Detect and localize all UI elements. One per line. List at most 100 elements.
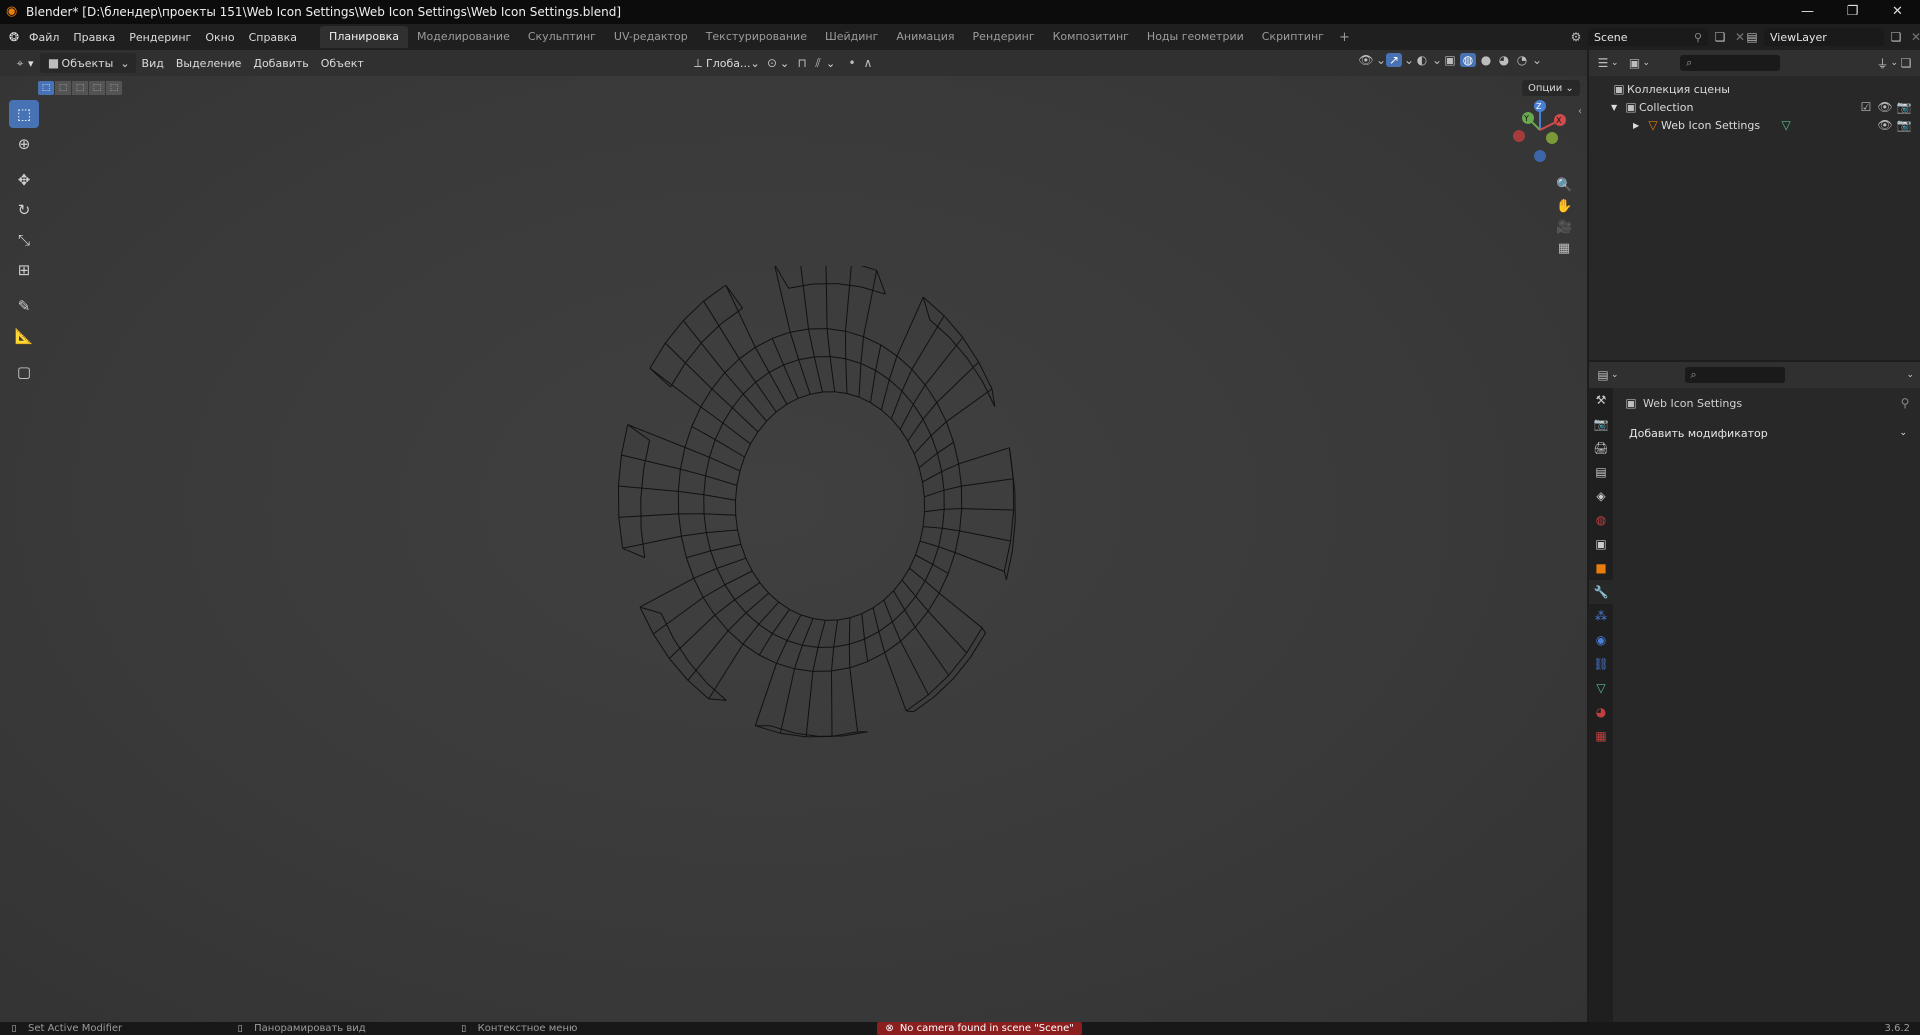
- camera-icon[interactable]: 🎥: [1556, 220, 1572, 235]
- editor-type-button[interactable]: ⌖ ▾: [6, 53, 40, 73]
- pin-icon[interactable]: ⚲: [1897, 396, 1913, 410]
- properties-editor-icon[interactable]: ▤: [1595, 368, 1611, 382]
- eye-icon[interactable]: 👁: [1877, 100, 1893, 114]
- menu-add[interactable]: Добавить: [247, 53, 314, 73]
- scale-icon[interactable]: ⤡: [9, 226, 39, 254]
- menu-object[interactable]: Объект: [315, 53, 370, 73]
- pin-icon[interactable]: ⚲: [1694, 31, 1702, 44]
- modifier-tab-icon[interactable]: 🔧: [1589, 580, 1613, 604]
- select-extend-icon[interactable]: ⬚: [55, 81, 71, 95]
- select-invert-icon[interactable]: ⬚: [89, 81, 105, 95]
- move-icon[interactable]: ✥: [9, 166, 39, 194]
- filter-icon[interactable]: ⏚: [1874, 55, 1890, 72]
- measure-icon[interactable]: 📐: [9, 322, 39, 350]
- tab-uv-editing[interactable]: UV-редактор: [605, 26, 697, 48]
- add-workspace-button[interactable]: +: [1333, 30, 1356, 45]
- gizmo-neg-z-ball[interactable]: [1534, 150, 1546, 162]
- viewlayer-field[interactable]: ViewLayer: [1764, 28, 1884, 46]
- mode-selector[interactable]: ■ Объекты ⌄: [39, 53, 136, 73]
- tab-texture-paint[interactable]: Текстурирование: [697, 26, 816, 48]
- data-tab-icon[interactable]: ▽: [1589, 676, 1613, 700]
- output-tab-icon[interactable]: 🖨: [1589, 436, 1613, 460]
- exclude-checkbox-icon[interactable]: ☑: [1858, 100, 1874, 114]
- properties-search-input[interactable]: ⌕: [1684, 367, 1785, 383]
- overlay-icon[interactable]: ◐: [1414, 53, 1430, 67]
- status-warning-badge[interactable]: ⊗ No camera found in scene "Scene": [877, 1022, 1082, 1035]
- proportional-edit[interactable]: • ∧: [838, 53, 882, 73]
- minimize-button[interactable]: —: [1785, 0, 1830, 24]
- rotate-icon[interactable]: ↻: [9, 196, 39, 224]
- constraints-tab-icon[interactable]: ⛓: [1589, 652, 1613, 676]
- view-layer-tab-icon[interactable]: ▤: [1589, 460, 1613, 484]
- menu-render[interactable]: Рендеринг: [122, 31, 198, 44]
- render-camera-icon[interactable]: 📷: [1896, 118, 1912, 132]
- outliner-row-scene-collection[interactable]: ▣ Коллекция сцены: [1589, 80, 1920, 98]
- mesh-data-icon[interactable]: ▽: [1778, 118, 1794, 132]
- select-box-icon[interactable]: ⬚: [9, 100, 39, 128]
- add-cube-icon[interactable]: ▢: [9, 358, 39, 386]
- tool-tab-icon[interactable]: ⚒: [1589, 388, 1613, 412]
- eye-icon[interactable]: 👁: [1877, 118, 1893, 132]
- viewlayer-icon[interactable]: ▤: [1744, 30, 1760, 44]
- tab-shading[interactable]: Шейдинг: [816, 26, 887, 48]
- sidebar-toggle-icon[interactable]: ‹: [1578, 106, 1582, 117]
- new-scene-icon[interactable]: ❏: [1712, 30, 1728, 44]
- outliner-editor-icon[interactable]: ☰: [1595, 56, 1611, 70]
- scene-tab-icon[interactable]: ◈: [1589, 484, 1613, 508]
- zoom-icon[interactable]: 🔍: [1556, 178, 1572, 193]
- gizmo-icon[interactable]: ↗: [1386, 53, 1402, 67]
- tab-rendering[interactable]: Рендеринг: [964, 26, 1044, 48]
- gizmo-neg-x-ball[interactable]: [1513, 130, 1525, 142]
- rendered-shading-icon[interactable]: ◔: [1514, 53, 1530, 67]
- menu-select[interactable]: Выделение: [170, 53, 248, 73]
- wireframe-shading-icon[interactable]: ◍: [1460, 53, 1476, 67]
- tab-layout[interactable]: Планировка: [320, 26, 409, 48]
- menu-file[interactable]: Файл: [22, 31, 66, 44]
- new-viewlayer-icon[interactable]: ❏: [1888, 30, 1904, 44]
- options-arrow-icon[interactable]: ⌄: [1906, 370, 1914, 380]
- tab-animation[interactable]: Анимация: [887, 26, 963, 48]
- navigation-gizmo[interactable]: Z Y X: [1500, 96, 1580, 166]
- tab-compositing[interactable]: Композитинг: [1044, 26, 1138, 48]
- physics-tab-icon[interactable]: ◉: [1589, 628, 1613, 652]
- particles-tab-icon[interactable]: ⁂: [1589, 604, 1613, 628]
- tab-sculpting[interactable]: Скульптинг: [519, 26, 605, 48]
- pan-hand-icon[interactable]: ✋: [1556, 199, 1572, 214]
- material-shading-icon[interactable]: ◕: [1496, 53, 1512, 67]
- cursor-icon[interactable]: ⊕: [9, 130, 39, 158]
- menu-edit[interactable]: Правка: [66, 31, 122, 44]
- world-tab-icon[interactable]: ◍: [1589, 508, 1613, 532]
- tab-modeling[interactable]: Моделирование: [408, 26, 519, 48]
- render-camera-icon[interactable]: 📷: [1896, 100, 1912, 114]
- menu-window[interactable]: Окно: [198, 31, 241, 44]
- object-tab-icon[interactable]: ■: [1589, 556, 1613, 580]
- options-dropdown[interactable]: Опции ⌄: [1522, 80, 1580, 96]
- transform-icon[interactable]: ⊞: [9, 256, 39, 284]
- gear-mesh-wireframe[interactable]: [560, 266, 1100, 746]
- select-new-icon[interactable]: ⬚: [38, 81, 54, 95]
- menu-help[interactable]: Справка: [242, 31, 304, 44]
- outliner-row-collection[interactable]: ▼ ▣ Collection ☑ 👁 📷: [1589, 98, 1920, 116]
- tab-scripting[interactable]: Скриптинг: [1253, 26, 1333, 48]
- blender-menu-icon[interactable]: ❂: [6, 30, 22, 44]
- close-button[interactable]: ✕: [1875, 0, 1920, 24]
- delete-viewlayer-icon[interactable]: ✕: [1908, 30, 1920, 44]
- collapse-arrow-icon[interactable]: ▼: [1611, 103, 1623, 112]
- solid-shading-icon[interactable]: ●: [1478, 53, 1494, 67]
- scene-field[interactable]: Scene ⚲: [1588, 28, 1708, 46]
- grid-icon[interactable]: ▦: [1556, 241, 1572, 256]
- display-mode-icon[interactable]: ▣: [1627, 56, 1643, 70]
- gizmo-neg-y-ball[interactable]: [1546, 132, 1558, 144]
- tab-geometry-nodes[interactable]: Ноды геометрии: [1138, 26, 1253, 48]
- select-intersect-icon[interactable]: ⬚: [106, 81, 122, 95]
- snap-toggle[interactable]: ⊓ ⫽ ⌄: [788, 53, 841, 73]
- outliner-search-input[interactable]: ⌕: [1680, 55, 1781, 71]
- material-tab-icon[interactable]: ◕: [1589, 700, 1613, 724]
- scene-icon[interactable]: ⚙: [1568, 30, 1584, 44]
- texture-tab-icon[interactable]: ▦: [1589, 724, 1613, 748]
- xray-icon[interactable]: ▣: [1442, 53, 1458, 67]
- visibility-icon[interactable]: 👁: [1358, 53, 1374, 67]
- add-modifier-button[interactable]: Добавить модификатор ⌄: [1623, 424, 1913, 442]
- collection-tab-icon[interactable]: ▣: [1589, 532, 1613, 556]
- restore-button[interactable]: ❐: [1830, 0, 1875, 24]
